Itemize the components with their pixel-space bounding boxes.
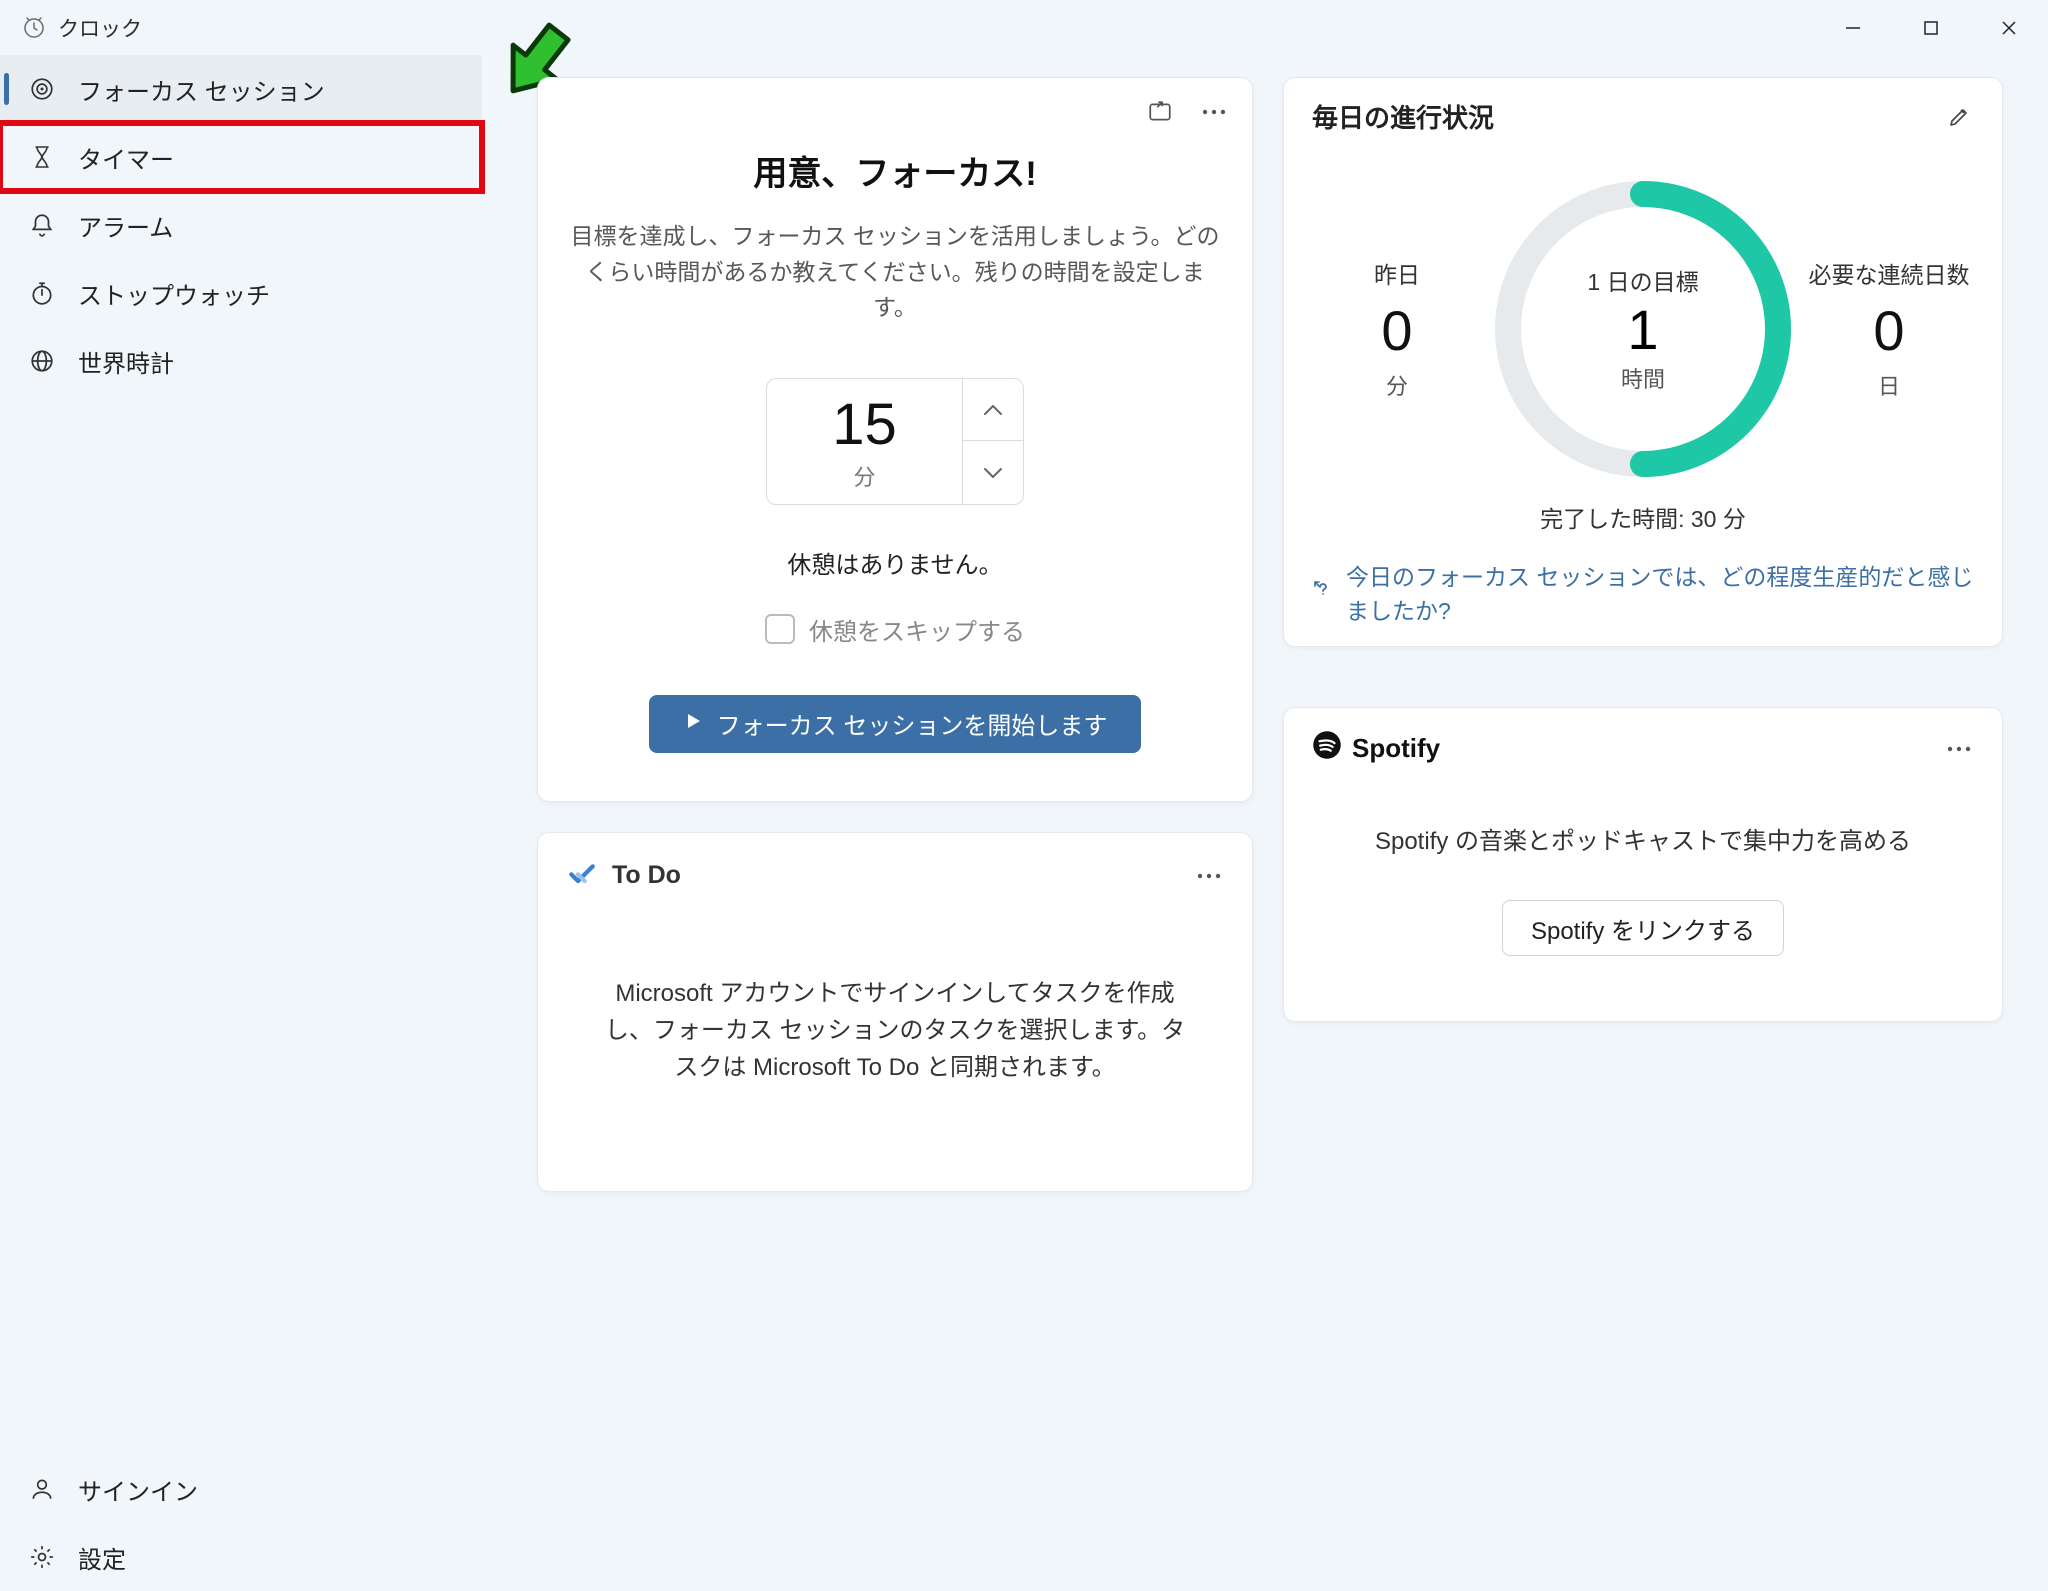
sidebar-item-label: タイマー [78, 140, 174, 175]
sidebar-item-label: 設定 [78, 1540, 126, 1575]
focus-card: 用意、フォーカス! 目標を達成し、フォーカス セッションを活用しましょう。どのく… [537, 77, 1253, 802]
pip-button[interactable] [1144, 96, 1176, 128]
sidebar-item-label: フォーカス セッション [78, 72, 325, 107]
sidebar-item-label: サインイン [78, 1472, 198, 1507]
sidebar-item-label: 世界時計 [78, 344, 174, 379]
feedback-icon [1312, 577, 1336, 607]
titlebar: クロック [0, 0, 2048, 55]
sidebar-item-focus-sessions[interactable]: フォーカス セッション [0, 55, 482, 123]
clock-app-icon [22, 16, 46, 40]
window-minimize-button[interactable] [1814, 0, 1892, 55]
start-focus-label: フォーカス セッションを開始します [717, 706, 1108, 741]
feedback-link[interactable]: 今日のフォーカス セッションでは、どの程度生産的だと感じましたか? [1312, 558, 1974, 626]
stat-yesterday: 昨日 0 分 [1312, 256, 1482, 401]
window-maximize-button[interactable] [1892, 0, 1970, 55]
sidebar-item-settings[interactable]: 設定 [0, 1523, 482, 1591]
sidebar-item-label: ストップウォッチ [78, 276, 270, 311]
stat-streak: 必要な連続日数 0 日 [1804, 256, 1974, 401]
user-icon [28, 1475, 56, 1503]
progress-title: 毎日の進行状況 [1312, 98, 1494, 135]
minutes-value: 15 [832, 391, 897, 458]
main-content: 用意、フォーカス! 目標を達成し、フォーカス セッションを活用しましょう。どのく… [482, 55, 2048, 1591]
focus-icon [28, 75, 56, 103]
globe-icon [28, 347, 56, 375]
sidebar: フォーカス セッション タイマー アラーム ストップウォッチ 世界時計 サインイ… [0, 55, 482, 1591]
todo-body: Microsoft アカウントでサインインしてタスクを作成し、フォーカス セッシ… [595, 975, 1195, 1087]
sidebar-item-signin[interactable]: サインイン [0, 1455, 482, 1523]
todo-more-button[interactable] [1194, 861, 1224, 891]
gear-icon [28, 1543, 56, 1571]
spotify-more-button[interactable] [1944, 734, 1974, 764]
bell-icon [28, 211, 56, 239]
todo-card: To Do Microsoft アカウントでサインインしてタスクを作成し、フォー… [537, 832, 1253, 1192]
hourglass-icon [28, 143, 56, 171]
sidebar-item-label: アラーム [78, 208, 173, 243]
link-spotify-button[interactable]: Spotify をリンクする [1502, 900, 1784, 956]
progress-card: 毎日の進行状況 昨日 0 分 1 日の目標 1 時間 必 [1283, 77, 2003, 647]
sidebar-item-stopwatch[interactable]: ストップウォッチ [0, 259, 482, 327]
minutes-unit: 分 [853, 460, 875, 492]
focus-title: 用意、フォーカス! [753, 146, 1036, 195]
start-focus-button[interactable]: フォーカス セッションを開始します [649, 695, 1142, 753]
stopwatch-icon [28, 279, 56, 307]
spotify-icon [1312, 730, 1342, 767]
spotify-card: Spotify Spotify の音楽とポッドキャストで集中力を高める Spot… [1283, 707, 2003, 1022]
progress-edit-button[interactable] [1944, 102, 1974, 132]
break-status: 休憩はありません。 [787, 545, 1002, 580]
minutes-decrease-button[interactable] [963, 441, 1023, 504]
sidebar-item-timer[interactable]: タイマー [0, 123, 482, 191]
focus-more-button[interactable] [1198, 96, 1230, 128]
window-close-button[interactable] [1970, 0, 2048, 55]
minutes-value-box[interactable]: 15 分 [767, 379, 963, 504]
sidebar-item-alarm[interactable]: アラーム [0, 191, 482, 259]
focus-description: 目標を達成し、フォーカス セッションを活用しましょう。どのくらい時間があるか教え… [568, 219, 1222, 326]
completed-time: 完了した時間: 30 分 [1312, 500, 1974, 534]
skip-breaks-label: 休憩をスキップする [809, 612, 1025, 647]
minutes-increase-button[interactable] [963, 379, 1023, 442]
todo-title: To Do [612, 861, 681, 890]
spotify-brand: Spotify [1352, 733, 1440, 764]
app-title: クロック [58, 13, 142, 43]
skip-breaks-checkbox[interactable] [765, 614, 795, 644]
todo-icon [566, 857, 598, 894]
spotify-description: Spotify の音楽とポッドキャストで集中力を高める [1375, 821, 1911, 856]
minutes-spinner: 15 分 [766, 378, 1024, 505]
play-icon [683, 710, 703, 738]
progress-ring: 1 日の目標 1 時間 [1483, 169, 1803, 489]
sidebar-item-world-clock[interactable]: 世界時計 [0, 327, 482, 395]
